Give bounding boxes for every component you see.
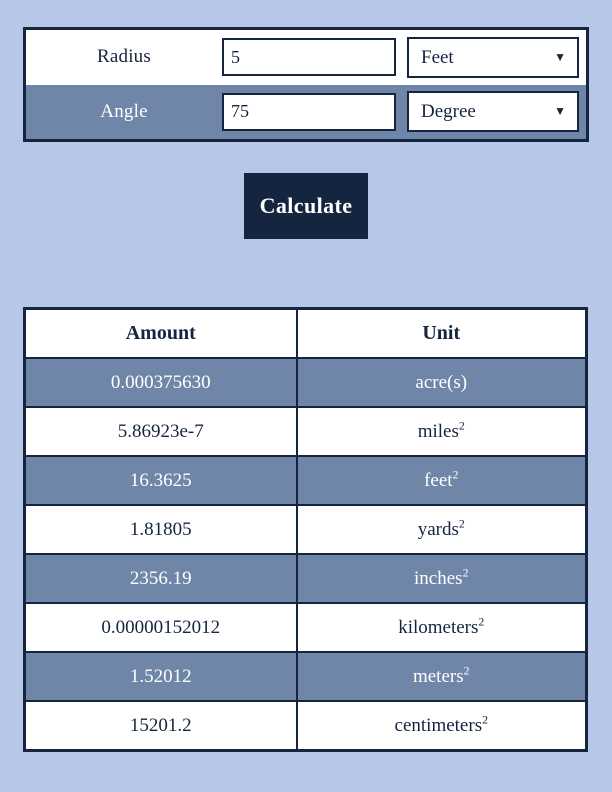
- unit-name: acre(s): [415, 371, 468, 393]
- table-row: 5.86923e-7 miles2: [23, 406, 588, 457]
- unit-name: feet: [424, 469, 453, 491]
- angle-input[interactable]: [222, 92, 396, 131]
- results-table: Amount Unit 0.000375630 acre(s) 5.86923e-7…: [23, 307, 588, 752]
- radius-unit-value: Feet: [421, 46, 454, 68]
- cell-unit: miles2: [295, 406, 588, 457]
- table-row: 2356.19 inches2: [23, 553, 588, 604]
- table-row: 15201.2 centimeters2: [23, 700, 588, 752]
- unit-name: yards: [417, 518, 459, 540]
- cell-amount: 1.52012: [23, 651, 298, 702]
- unit-name: kilometers: [398, 616, 479, 638]
- input-form-panel: Radius Feet ▼ Angle Degree ▼: [23, 27, 589, 142]
- radius-label: Radius: [97, 46, 151, 68]
- cell-unit: feet2: [295, 455, 588, 506]
- unit-exponent: 2: [482, 713, 488, 727]
- unit-exponent: 2: [458, 517, 465, 531]
- angle-unit-select[interactable]: Degree ▼: [407, 91, 579, 133]
- unit-name: miles: [417, 420, 459, 442]
- chevron-down-icon: ▼: [554, 49, 566, 64]
- cell-amount: 0.00000152012: [23, 602, 298, 653]
- table-row: 1.81805 yards2: [23, 504, 588, 555]
- cell-amount: 16.3625: [23, 455, 298, 506]
- radius-unit-select[interactable]: Feet ▼: [407, 36, 579, 78]
- cell-unit: centimeters2: [295, 700, 588, 752]
- unit-exponent: 2: [452, 468, 459, 482]
- form-row-radius: Radius Feet ▼: [26, 30, 586, 85]
- chevron-down-icon: ▼: [554, 104, 566, 119]
- column-header-unit: Unit: [295, 307, 588, 359]
- table-row: 0.00000152012 kilometers2: [23, 602, 588, 653]
- unit-name: meters: [412, 665, 464, 687]
- cell-amount: 15201.2: [23, 700, 298, 752]
- unit-exponent: 2: [463, 664, 470, 678]
- calculate-button[interactable]: Calculate: [244, 173, 368, 239]
- unit-exponent: 2: [462, 566, 469, 580]
- cell-amount: 1.81805: [23, 504, 298, 555]
- cell-unit: meters2: [295, 651, 588, 702]
- cell-unit: inches2: [295, 553, 588, 604]
- cell-amount: 5.86923e-7: [23, 406, 298, 457]
- unit-exponent: 2: [478, 615, 485, 629]
- angle-label: Angle: [100, 100, 148, 122]
- form-row-angle: Angle Degree ▼: [26, 84, 586, 139]
- cell-amount: 2356.19: [23, 553, 298, 604]
- cell-amount: 0.000375630: [23, 357, 298, 408]
- unit-name: centimeters: [394, 714, 483, 736]
- column-header-amount: Amount: [23, 307, 298, 359]
- table-header-row: Amount Unit: [23, 307, 588, 359]
- radius-input[interactable]: [222, 38, 396, 77]
- table-row: 16.3625 feet2: [23, 455, 588, 506]
- angle-unit-value: Degree: [421, 101, 476, 123]
- unit-name: inches: [414, 567, 463, 589]
- unit-exponent: 2: [458, 419, 465, 433]
- table-row: 1.52012 meters2: [23, 651, 588, 702]
- cell-unit: yards2: [295, 504, 588, 555]
- table-row: 0.000375630 acre(s): [23, 357, 588, 408]
- cell-unit: acre(s): [295, 357, 588, 408]
- cell-unit: kilometers2: [295, 602, 588, 653]
